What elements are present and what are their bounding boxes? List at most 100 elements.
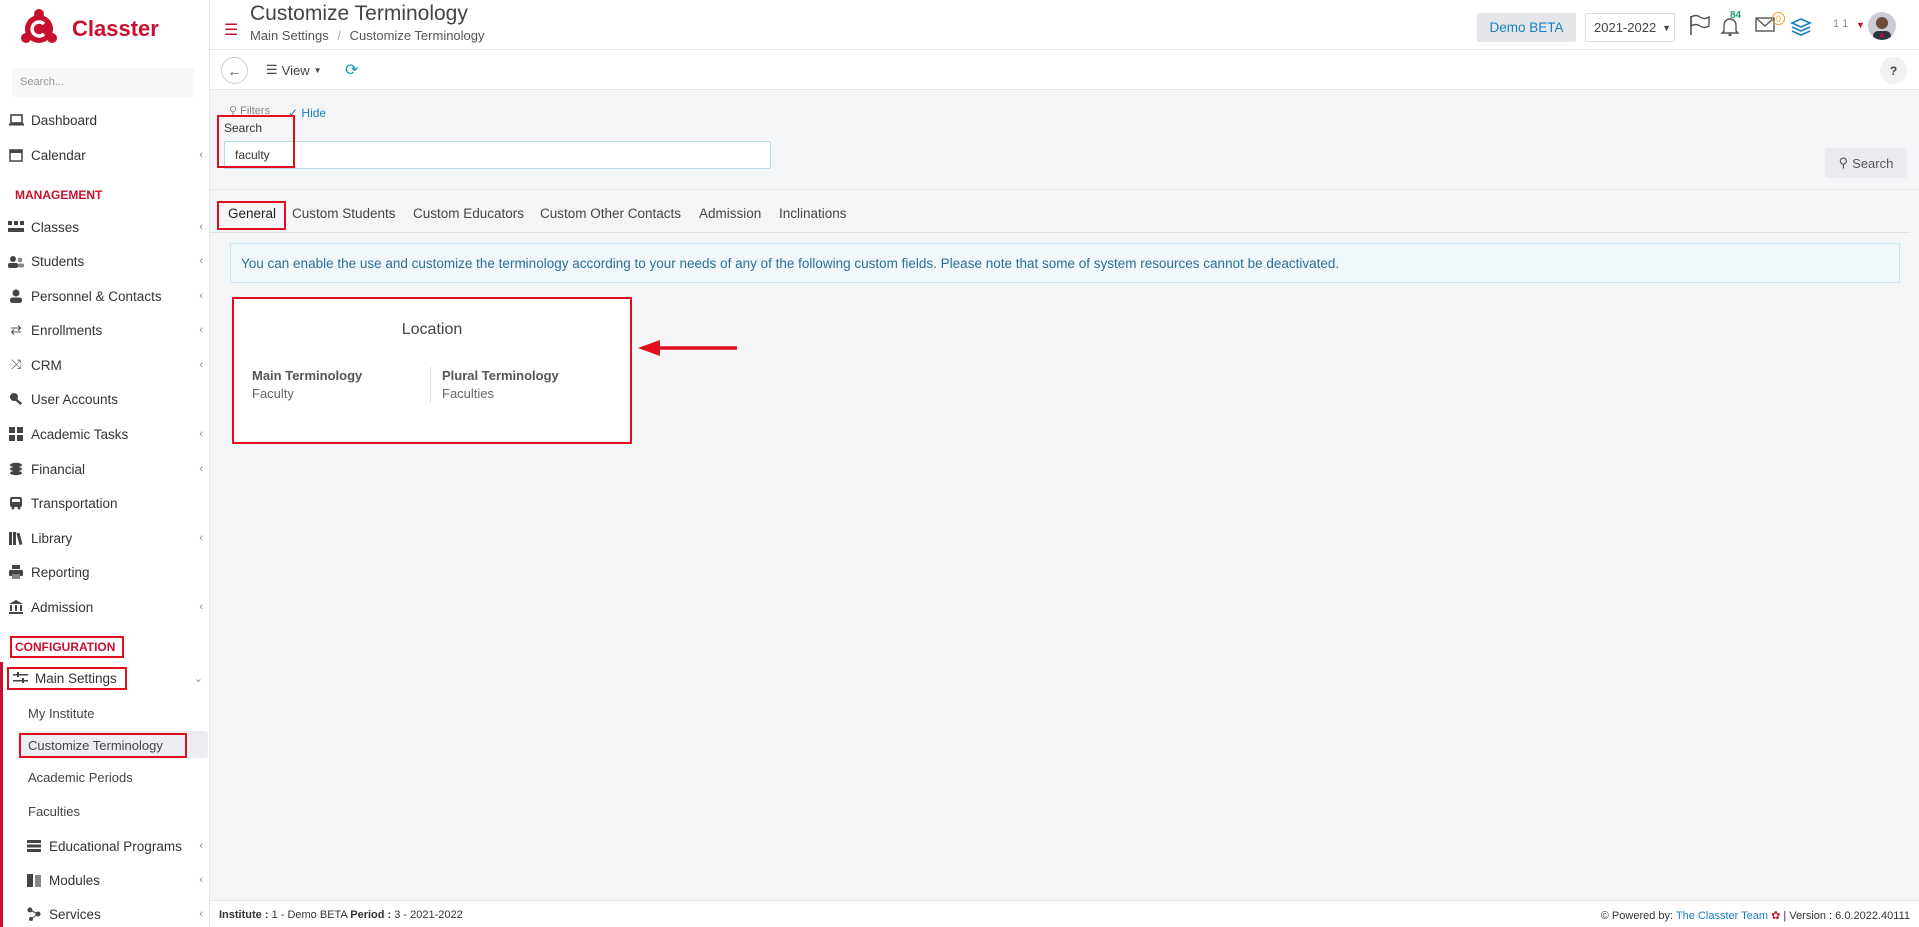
books-icon — [8, 531, 24, 545]
sidebar-item-classes[interactable]: Classes ‹ — [8, 214, 206, 240]
tab-inclinations[interactable]: Inclinations — [779, 206, 847, 221]
sidebar-item-label: Transportation — [31, 495, 118, 511]
coins-icon — [8, 462, 24, 476]
sidebar-item-label: Enrollments — [31, 322, 103, 338]
sidebar-item-label: Modules — [49, 872, 101, 888]
view-menu-button[interactable]: ☰ View ▼ — [266, 62, 322, 78]
refresh-icon[interactable]: ⟳ — [345, 60, 358, 80]
toolbar: ← ☰ View ▼ ⟳ ? — [210, 50, 1919, 90]
sidebar-item-label: Financial — [31, 461, 86, 477]
footer-credits: © Powered by: The Classter Team ✿ | Vers… — [1601, 909, 1910, 922]
tab-custom-students[interactable]: Custom Students — [292, 206, 396, 221]
search-input[interactable]: faculty — [224, 141, 771, 169]
user-code[interactable]: 1 1 — [1833, 18, 1848, 30]
chevron-left-icon: ‹ — [199, 532, 203, 544]
sidebar-item-transportation[interactable]: Transportation — [8, 490, 206, 516]
sidebar-item-reporting[interactable]: Reporting — [8, 559, 206, 585]
footer-powered-by: Powered by: — [1611, 910, 1674, 922]
sidebar-search-input[interactable]: Search... — [12, 68, 194, 97]
sidebar-subitem-faculties[interactable]: Faculties — [28, 804, 80, 819]
tab-custom-educators[interactable]: Custom Educators — [413, 206, 524, 221]
sidebar-item-academic-tasks[interactable]: Academic Tasks ‹ — [8, 421, 206, 447]
back-button[interactable]: ← — [221, 57, 248, 84]
filters-panel — [210, 90, 1919, 190]
users-icon — [8, 254, 24, 268]
chevron-left-icon: ‹ — [199, 908, 203, 920]
highlight-configuration — [10, 636, 124, 658]
chevron-left-icon: ‹ — [199, 428, 203, 440]
sidebar-item-label: User Accounts — [31, 391, 119, 407]
active-section-bar — [0, 662, 3, 927]
sidebar-item-personnel-contacts[interactable]: Personnel & Contacts ‹ — [8, 283, 206, 309]
sidebar-item-label: Academic Tasks — [31, 426, 129, 442]
laptop-icon — [8, 113, 24, 127]
layers-icon[interactable] — [1790, 16, 1812, 39]
breadcrumb-main-settings[interactable]: Main Settings — [250, 28, 329, 43]
footer-period-value: 3 - 2021-2022 — [394, 909, 463, 921]
messages-badge: 0 — [1772, 12, 1785, 25]
sidebar-item-modules[interactable]: Modules ‹ — [26, 867, 206, 893]
chevron-left-icon: ‹ — [199, 840, 203, 852]
menu-toggle-icon[interactable]: ☰ — [224, 20, 238, 40]
sidebar-item-enrollments[interactable]: ⇄ Enrollments ‹ — [8, 317, 206, 343]
chevron-left-icon: ‹ — [199, 463, 203, 475]
tab-admission[interactable]: Admission — [699, 206, 761, 221]
sidebar-item-label: Services — [49, 906, 101, 922]
brand-logo[interactable]: Classter — [20, 8, 159, 50]
notifications-badge: 84 — [1730, 10, 1742, 21]
bus-icon — [8, 496, 24, 510]
institute-switcher[interactable]: Demo BETA — [1477, 13, 1576, 42]
grid-icon — [8, 427, 24, 441]
annotation-arrow-icon — [638, 340, 737, 356]
avatar[interactable] — [1868, 12, 1896, 40]
copyright-icon: © — [1600, 910, 1609, 922]
sidebar-item-financial[interactable]: Financial ‹ — [8, 456, 206, 482]
sidebar-item-educational-programs[interactable]: Educational Programs ‹ — [26, 833, 206, 859]
sidebar-item-admission[interactable]: Admission ‹ — [8, 594, 206, 620]
breadcrumb-separator: / — [337, 28, 342, 43]
flag-icon[interactable] — [1688, 14, 1710, 39]
sidebar-item-label: Dashboard — [31, 112, 98, 128]
main-terminology-value[interactable]: Faculty — [252, 386, 294, 401]
sidebar-item-library[interactable]: Library ‹ — [8, 525, 206, 551]
chevron-left-icon: ‹ — [199, 601, 203, 613]
sidebar-item-label: Students — [31, 253, 85, 269]
breadcrumb-current: Customize Terminology — [349, 28, 485, 43]
chevron-down-icon: ⌄ — [193, 672, 203, 685]
chevron-left-icon: ‹ — [199, 221, 203, 233]
management-heading: MANAGEMENT — [15, 188, 103, 202]
tab-custom-other-contacts[interactable]: Custom Other Contacts — [540, 206, 681, 221]
sidebar-item-students[interactable]: Students ‹ — [8, 248, 206, 274]
sidebar-item-label: Personnel & Contacts — [31, 288, 162, 304]
footer-institute-value: 1 - Demo BETA — [271, 909, 348, 921]
footer-institute-label: Institute : — [219, 909, 269, 921]
person-icon — [8, 289, 24, 303]
sidebar-item-label: Reporting — [31, 564, 90, 580]
arrow-left-icon: ← — [227, 62, 242, 79]
footer-version: | Version : 6.0.2022.40111 — [1783, 910, 1910, 922]
sidebar-subitem-academic-periods[interactable]: Academic Periods — [28, 770, 133, 785]
user-caret-icon[interactable]: ▼ — [1856, 20, 1865, 30]
footer-team-link[interactable]: The Classter Team — [1676, 910, 1768, 922]
period-select[interactable]: 2021-2022 ▼ — [1585, 13, 1675, 42]
plural-terminology-label: Plural Terminology — [442, 368, 559, 383]
period-value: 2021-2022 — [1594, 20, 1657, 35]
chevron-left-icon: ‹ — [199, 290, 203, 302]
card-divider — [430, 367, 431, 403]
help-button[interactable]: ? — [1880, 57, 1907, 84]
caret-down-icon: ▼ — [313, 65, 322, 75]
plural-terminology-value[interactable]: Faculties — [442, 386, 494, 401]
sidebar-item-services[interactable]: Services ‹ — [26, 901, 206, 927]
sidebar-item-user-accounts[interactable]: User Accounts — [8, 386, 206, 412]
chevron-left-icon: ‹ — [199, 359, 203, 371]
sidebar-item-dashboard[interactable]: Dashboard — [8, 107, 206, 133]
classter-mini-icon: ✿ — [1771, 910, 1781, 922]
sidebar-item-calendar[interactable]: Calendar ‹ — [8, 142, 206, 168]
sidebar-item-crm[interactable]: ⤨ CRM ‹ — [8, 352, 206, 378]
top-bar: ☰ Customize Terminology Main Settings / … — [210, 0, 1919, 50]
tab-bar: General Custom Students Custom Educators… — [210, 200, 1919, 233]
search-button[interactable]: ⚲ Search — [1825, 148, 1907, 178]
classes-icon — [8, 220, 24, 234]
sidebar-item-label: Library — [31, 530, 73, 546]
sidebar-subitem-my-institute[interactable]: My Institute — [28, 706, 94, 721]
